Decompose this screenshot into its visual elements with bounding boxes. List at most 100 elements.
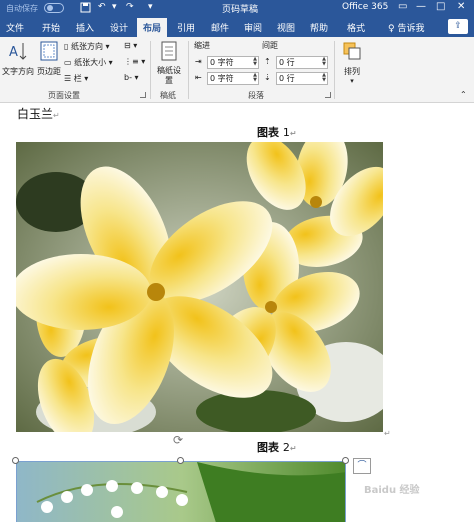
tab-file[interactable]: 文件: [6, 21, 24, 34]
autosave-label: 自动保存: [6, 4, 38, 13]
lightbulb-icon: ♀: [388, 24, 395, 34]
paragraph-mark: ↵: [289, 129, 297, 138]
tab-review[interactable]: 审阅: [244, 21, 262, 34]
text-direction-icon: A: [9, 43, 27, 60]
spin-icon[interactable]: ▲ ▼: [253, 73, 257, 83]
margins-button[interactable]: 页边距: [35, 40, 63, 77]
paragraph-mark: ↵: [289, 444, 297, 453]
tab-format[interactable]: 格式: [347, 21, 365, 34]
frangipani-graphic: [16, 142, 383, 432]
share-button[interactable]: ⇪: [448, 19, 468, 34]
paragraph-mark: ↵: [53, 111, 60, 120]
maximize-button[interactable]: □: [436, 1, 445, 12]
document-area[interactable]: 白玉兰↵ 图表 1↵ ⟳ ↵ 图表 2↵ ⌒ Baidu 经验: [0, 103, 474, 522]
columns-icon: ☰: [64, 74, 72, 83]
separator: [150, 41, 151, 99]
lily-graphic: [17, 462, 345, 522]
watermark-text: Baidu 经验: [364, 485, 420, 496]
share-icon: ⇪: [454, 21, 462, 31]
size-icon: ▭: [64, 58, 72, 67]
draft-paper-settings-label: 稿纸设置: [157, 66, 181, 85]
customize-quick-access-icon[interactable]: ▾: [148, 2, 153, 12]
line-numbers-button[interactable]: ⋮≡ ▾: [124, 57, 145, 66]
svg-text:A: A: [9, 45, 18, 60]
minimize-button[interactable]: —: [416, 1, 426, 12]
paragraph-text[interactable]: 白玉兰↵: [17, 105, 60, 122]
text-direction-label: 文字方向: [2, 67, 34, 76]
hyphenation-icon: b-: [124, 73, 132, 82]
spacing-after-input[interactable]: 0 行 ▲ ▼: [276, 72, 328, 85]
indent-left-value: 0 字符: [210, 58, 234, 67]
indent-left-input[interactable]: 0 字符 ▲ ▼: [207, 56, 259, 69]
save-icon[interactable]: [80, 2, 91, 16]
spacing-after-icon: ⇣: [264, 73, 271, 82]
lily-of-the-valley-image[interactable]: [16, 461, 346, 522]
tab-references[interactable]: 引用: [177, 21, 195, 34]
tell-me[interactable]: ♀ 告诉我: [388, 21, 424, 34]
tab-home[interactable]: 开始: [42, 21, 60, 34]
tab-layout[interactable]: 布局: [137, 18, 168, 37]
paragraph-launcher-icon[interactable]: [325, 92, 331, 98]
hyphenation-button[interactable]: b- ▾: [124, 73, 139, 82]
tab-design[interactable]: 设计: [110, 21, 128, 34]
close-button[interactable]: ✕: [457, 1, 465, 12]
indent-right-icon: ⇤: [195, 73, 202, 82]
draft-group-label: 稿纸: [160, 91, 176, 100]
size-button[interactable]: ▭ 纸张大小 ▾: [64, 57, 113, 68]
paragraph-group-label: 段落: [248, 91, 264, 100]
margins-icon: [40, 41, 58, 61]
columns-label: 栏: [73, 74, 82, 83]
resize-handle-top-center[interactable]: [177, 457, 184, 464]
spacing-before-value: 0 行: [279, 58, 295, 67]
layout-options-button[interactable]: ⌒: [353, 458, 371, 474]
undo-dropdown-icon[interactable]: ▾: [112, 2, 117, 12]
ribbon-display-icon[interactable]: ▭: [398, 1, 407, 12]
page-setup-launcher-icon[interactable]: [140, 92, 146, 98]
ribbon: A 文字方向 页边距 ▯ 纸张方向 ▾ ▭ 纸张大小 ▾ ☰ 栏 ▾ ⊟ ▾ ⋮…: [0, 37, 474, 103]
breaks-button[interactable]: ⊟ ▾: [124, 41, 137, 50]
orientation-button[interactable]: ▯ 纸张方向 ▾: [64, 41, 110, 52]
title-bar: 自动保存 ↶ ▾ ↷ ▾ 页码草稿 Office 365 ▭ — □ ✕: [0, 0, 474, 17]
orientation-label: 纸张方向: [70, 42, 103, 51]
caption-1-label: 图表: [257, 126, 279, 139]
separator: [188, 41, 189, 99]
spin-icon[interactable]: ▲ ▼: [322, 57, 326, 67]
document-title: 页码草稿: [222, 5, 259, 15]
spin-icon[interactable]: ▲ ▼: [253, 57, 257, 67]
indent-label: 缩进: [194, 41, 210, 50]
line-numbers-icon: ⋮≡: [124, 57, 139, 66]
collapse-ribbon-icon[interactable]: ⌃: [460, 90, 467, 99]
caption-1[interactable]: 图表 1↵: [257, 124, 297, 140]
tab-view[interactable]: 视图: [277, 21, 295, 34]
draft-paper-settings-button[interactable]: 稿纸设置: [154, 40, 184, 86]
arrange-button[interactable]: 排列 ▾: [340, 40, 364, 85]
text-direction-button[interactable]: A 文字方向: [2, 40, 34, 77]
frangipani-image[interactable]: [16, 142, 383, 432]
rotate-handle-icon[interactable]: ⟳: [173, 433, 183, 447]
orientation-icon: ▯: [64, 42, 69, 51]
autosave-toggle[interactable]: [44, 3, 64, 13]
app-name: Office 365: [342, 2, 389, 12]
columns-button[interactable]: ☰ 栏 ▾: [64, 73, 88, 84]
spin-icon[interactable]: ▲ ▼: [322, 73, 326, 83]
margins-label: 页边距: [37, 67, 61, 76]
arrange-icon: [343, 42, 361, 60]
spacing-before-input[interactable]: 0 行 ▲ ▼: [276, 56, 328, 69]
tab-mailings[interactable]: 邮件: [211, 21, 229, 34]
resize-handle-top-left[interactable]: [12, 457, 19, 464]
resize-handle-top-right[interactable]: [342, 457, 349, 464]
ribbon-tabs: 文件 开始 插入 设计 布局 引用 邮件 审阅 视图 帮助 格式 ♀ 告诉我 ⇪: [0, 17, 474, 37]
tab-insert[interactable]: 插入: [76, 21, 94, 34]
undo-icon[interactable]: ↶: [98, 2, 106, 12]
redo-icon[interactable]: ↷: [126, 2, 134, 12]
caption-2[interactable]: 图表 2↵: [257, 439, 297, 455]
caption-2-number: 2: [282, 441, 290, 454]
caption-1-number: 1: [282, 126, 290, 139]
arrange-label: 排列: [344, 67, 360, 76]
breaks-icon: ⊟: [124, 41, 131, 50]
tab-help[interactable]: 帮助: [310, 21, 328, 34]
paragraph-text-content: 白玉兰: [17, 107, 54, 121]
page-setup-group-label: 页面设置: [48, 91, 80, 100]
separator: [334, 41, 335, 99]
indent-right-input[interactable]: 0 字符 ▲ ▼: [207, 72, 259, 85]
